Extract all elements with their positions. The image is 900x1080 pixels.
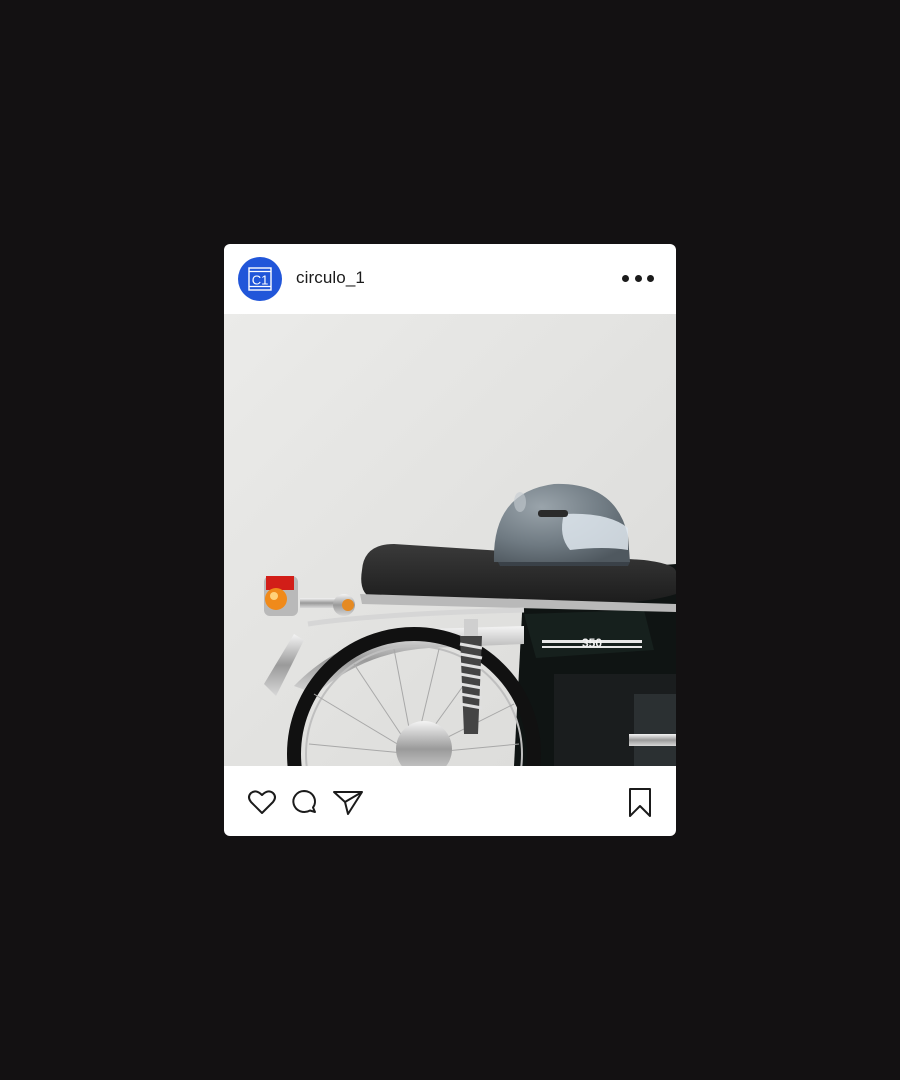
more-horizontal-icon-dot: [634, 274, 642, 282]
more-horizontal-icon: [622, 274, 629, 282]
username[interactable]: circulo_1: [296, 268, 365, 288]
comment-button[interactable]: [288, 786, 320, 818]
comment-icon: [292, 790, 316, 813]
avatar[interactable]: C1: [238, 257, 282, 301]
bookmark-icon: [629, 788, 651, 817]
more-horizontal-icon-dot: [647, 274, 654, 282]
heart-icon: [248, 790, 276, 814]
send-icon: [333, 791, 363, 815]
save-button[interactable]: [624, 786, 656, 818]
share-button[interactable]: [332, 786, 364, 818]
motorcycle-photo: 350: [224, 314, 676, 766]
circulo-logo-icon: C1: [248, 267, 272, 291]
instagram-post-card: C1 circulo_1 350: [224, 244, 676, 836]
post-image[interactable]: 350: [224, 314, 676, 766]
more-options-button[interactable]: [622, 268, 654, 288]
post-header: C1 circulo_1: [224, 244, 676, 314]
post-actions-bar: [224, 766, 676, 836]
avatar-text: C1: [252, 273, 269, 288]
like-button[interactable]: [246, 786, 278, 818]
engine-badge: 350: [582, 636, 602, 650]
